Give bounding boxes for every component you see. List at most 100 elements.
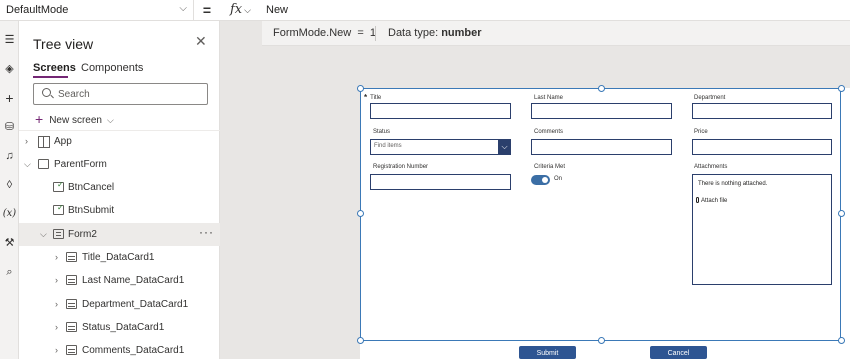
tree-item-label: ParentForm <box>54 159 107 170</box>
title-input[interactable] <box>370 103 511 119</box>
resize-handle[interactable] <box>598 337 605 344</box>
search-box[interactable] <box>33 83 208 105</box>
button-icon <box>53 180 64 192</box>
chevron-right-icon[interactable]: › <box>55 246 58 269</box>
title-label-text: Title <box>370 95 382 101</box>
tree-item-lastname-datacard[interactable]: › Last Name_DataCard1 <box>19 269 220 292</box>
formula-input[interactable]: New <box>266 0 288 21</box>
chevron-down-icon: ⌵ <box>244 6 251 16</box>
resize-handle[interactable] <box>838 85 845 92</box>
tree-item-label: Title_DataCard1 <box>82 252 155 263</box>
attach-file-label: Attach file <box>701 198 728 204</box>
tree-view-panel: Tree view ✕ Screens Components + New scre… <box>19 21 220 359</box>
tree-item-btnsubmit[interactable]: BtnSubmit <box>19 199 220 222</box>
app-icon <box>38 136 50 148</box>
equals-sign: = <box>202 2 212 18</box>
theme-icon[interactable]: ◊ <box>0 175 19 195</box>
datacard-icon <box>66 275 77 285</box>
tree-item-label: Department_DataCard1 <box>82 299 189 310</box>
tree-item-label: Status_DataCard1 <box>82 322 165 333</box>
form-icon <box>53 229 64 239</box>
datacard-icon <box>66 299 77 309</box>
resize-handle[interactable] <box>598 85 605 92</box>
chevron-right-icon[interactable]: › <box>55 269 58 292</box>
tree-item-label: Form2 <box>68 229 97 240</box>
hamburger-icon[interactable]: ☰ <box>0 30 19 50</box>
comments-input[interactable] <box>531 139 672 155</box>
status-combobox[interactable]: Find items ⌵ <box>370 139 511 155</box>
data-type-label: Data type: <box>388 27 439 39</box>
close-icon[interactable]: ✕ <box>195 33 207 50</box>
tree-item-status-datacard[interactable]: › Status_DataCard1 <box>19 316 220 339</box>
property-value: DefaultMode <box>6 4 69 16</box>
datacard-icon <box>66 252 77 262</box>
chevron-down-icon[interactable]: ⌵ <box>40 223 47 246</box>
paperclip-icon <box>696 197 699 203</box>
required-marker: * <box>364 93 368 102</box>
screen-icon <box>38 159 49 169</box>
chevron-down-icon: ⌵ <box>107 115 114 125</box>
media-icon[interactable]: ♫ <box>0 146 19 166</box>
result-expression: FormMode.New = 1 <box>273 27 377 39</box>
fx-button[interactable]: fx ⌵ <box>222 0 258 21</box>
last-name-label: Last Name <box>534 95 564 101</box>
chevron-right-icon[interactable]: › <box>55 316 58 339</box>
tree-item-label: App <box>54 136 72 147</box>
chevron-down-icon[interactable]: ⌵ <box>498 139 511 155</box>
tab-components[interactable]: Components <box>81 62 143 74</box>
resize-handle[interactable] <box>838 210 845 217</box>
tree-item-parentform[interactable]: ⌵ ParentForm <box>19 153 220 176</box>
tree-item-label: BtnCancel <box>68 182 115 193</box>
database-icon[interactable]: ⛁ <box>0 117 19 137</box>
formula-bar: DefaultMode ⌵ = fx ⌵ New <box>0 0 850 21</box>
formula-result-bar: FormMode.New = 1 Data type: number <box>262 21 850 46</box>
divider <box>375 26 376 41</box>
plus-icon[interactable]: + <box>0 88 19 108</box>
price-label: Price <box>694 129 708 135</box>
variables-icon[interactable]: (x) <box>0 204 19 224</box>
active-tab-indicator <box>33 76 68 78</box>
plus-icon: + <box>35 111 44 127</box>
chevron-right-icon[interactable]: › <box>55 293 58 316</box>
panel-title: Tree view <box>33 36 94 52</box>
chevron-down-icon[interactable]: ⌵ <box>24 153 31 176</box>
more-options-icon[interactable]: ··· <box>199 221 214 244</box>
tree-item-title-datacard[interactable]: › Title_DataCard1 <box>19 246 220 269</box>
left-rail: ☰ ◈ + ⛁ ♫ ◊ (x) ⚒ ⌕ <box>0 21 19 359</box>
criteria-met-toggle[interactable] <box>531 175 550 185</box>
tree-item-label: BtnSubmit <box>68 205 115 216</box>
layers-icon[interactable]: ◈ <box>0 59 19 79</box>
search-input[interactable] <box>58 86 198 102</box>
resize-handle[interactable] <box>357 337 364 344</box>
datacard-icon <box>66 345 77 355</box>
submit-button[interactable]: Submit <box>519 346 576 359</box>
tab-screens[interactable]: Screens <box>33 62 76 74</box>
attach-file-link[interactable]: Attach file <box>696 197 727 204</box>
tree-item-app[interactable]: › App <box>19 130 220 153</box>
fx-icon: fx <box>230 2 243 17</box>
tree-item-comments-datacard[interactable]: › Comments_DataCard1 <box>19 339 220 359</box>
department-input[interactable] <box>692 103 832 119</box>
tools-icon[interactable]: ⚒ <box>0 233 19 253</box>
comments-label: Comments <box>534 129 564 135</box>
attachments-box: There is nothing attached. Attach file <box>692 174 832 285</box>
chevron-right-icon[interactable]: › <box>55 339 58 359</box>
new-screen-button[interactable]: + New screen ⌵ <box>35 111 114 127</box>
resize-handle[interactable] <box>357 210 364 217</box>
search-icon[interactable]: ⌕ <box>0 262 19 282</box>
tree-item-label: Comments_DataCard1 <box>82 345 185 356</box>
tree-item-label: Last Name_DataCard1 <box>82 275 185 286</box>
resize-handle[interactable] <box>357 85 364 92</box>
property-dropdown[interactable]: DefaultMode ⌵ <box>0 0 194 21</box>
resize-handle[interactable] <box>838 337 845 344</box>
tree-item-btncancel[interactable]: BtnCancel <box>19 176 220 199</box>
tree-item-form2[interactable]: ⌵ Form2 ··· <box>19 223 220 246</box>
price-input[interactable] <box>692 139 832 155</box>
chevron-right-icon[interactable]: › <box>25 130 28 153</box>
attachments-empty-text: There is nothing attached. <box>698 181 768 187</box>
tree-item-department-datacard[interactable]: › Department_DataCard1 <box>19 293 220 316</box>
cancel-button[interactable]: Cancel <box>650 346 707 359</box>
registration-number-input[interactable] <box>370 174 511 190</box>
data-type-value: number <box>441 27 482 39</box>
last-name-input[interactable] <box>531 103 672 119</box>
